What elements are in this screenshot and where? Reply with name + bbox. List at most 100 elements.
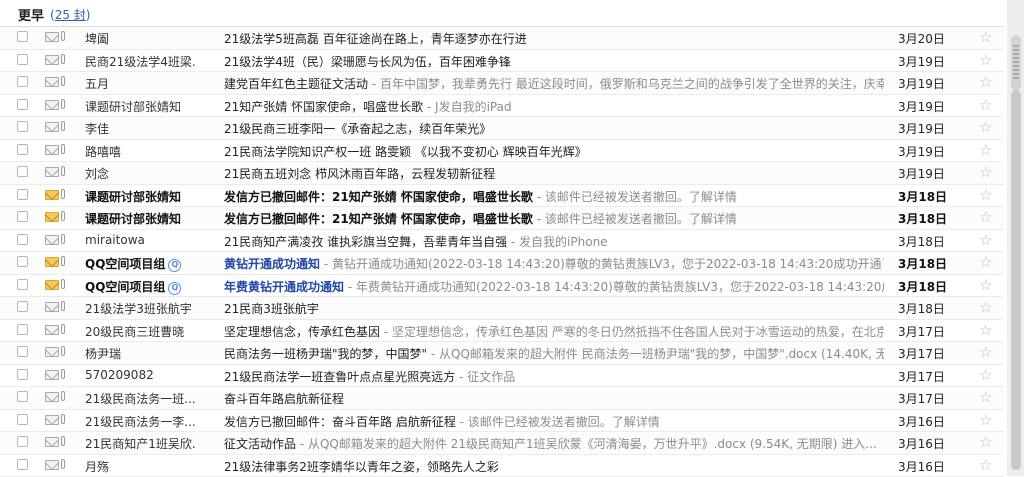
email-row[interactable]: 21级民商法务一李... 发信方已撤回邮件：奋斗百年路 启航新征程 - 该邮件已经… — [0, 410, 1004, 433]
select-checkbox[interactable] — [17, 99, 28, 110]
sender-name[interactable]: miraitowa — [85, 233, 197, 247]
email-subject[interactable]: 21民商3班张航宇 — [224, 300, 884, 317]
email-row[interactable]: 路嘻嘻21民商法学院知识产权一班 路雯颖 《以我不变初心 辉映百年光辉》3月19… — [0, 140, 1004, 163]
email-subject[interactable]: 黄钻开通成功通知 - 黄钻开通成功通知(2022-03-18 14:43:20)… — [224, 255, 884, 272]
email-row[interactable]: miraitowa 21民商知产满凌孜 谁执彩旗当空舞，吾辈青年当自强 - 发自我… — [0, 230, 1004, 253]
star-icon[interactable]: ☆ — [979, 321, 992, 339]
email-row[interactable]: QQ空间项目组Q 黄钻开通成功通知 - 黄钻开通成功通知(2022-03-18 1… — [0, 252, 1004, 275]
star-icon[interactable]: ☆ — [979, 456, 992, 474]
sender-name[interactable]: 路嘻嘻 — [85, 143, 197, 160]
star-icon[interactable]: ☆ — [979, 51, 992, 69]
star-icon[interactable]: ☆ — [979, 343, 992, 361]
email-row[interactable]: 21级法学3班张航宇21民商3班张航宇3月18日☆ — [0, 297, 1004, 320]
sender-name[interactable]: QQ空间项目组Q — [85, 255, 197, 272]
email-subject[interactable]: 发信方已撤回邮件：21知产张婧 怀国家使命，唱盛世长歌 - 该邮件已经被发送者撤… — [224, 188, 884, 205]
select-checkbox[interactable] — [17, 234, 28, 245]
email-subject[interactable]: 坚定理想信念，传承红色基因 - 坚定理想信念，传承红色基因 严寒的冬日仍然抵挡不… — [224, 323, 884, 340]
select-checkbox[interactable] — [17, 346, 28, 357]
sender-name[interactable]: 20级民商三班曹晓 — [85, 323, 197, 340]
select-checkbox[interactable] — [17, 436, 28, 447]
email-row[interactable]: 21级民商法务一班...奋斗百年路启航新征程3月17日☆ — [0, 387, 1004, 410]
sender-name[interactable]: 五月 — [85, 75, 197, 92]
email-subject[interactable]: 奋斗百年路启航新征程 — [224, 390, 884, 407]
star-icon[interactable]: ☆ — [979, 96, 992, 114]
star-icon[interactable]: ☆ — [979, 298, 992, 316]
email-subject[interactable]: 21级法律事务2班李婧华以青年之姿，领略先人之彩 — [224, 458, 884, 475]
email-subject[interactable]: 21民商法学院知识产权一班 路雯颖 《以我不变初心 辉映百年光辉》 — [224, 143, 884, 160]
sender-name[interactable]: 21级法学3班张航宇 — [85, 300, 197, 317]
email-row[interactable]: 五月 建党百年红色主题征文活动 - 百年中国梦，我辈勇先行 最近这段时间，俄罗斯和… — [0, 72, 1004, 95]
email-subject[interactable]: 发信方已撤回邮件：奋斗百年路 启航新征程 - 该邮件已经被发送者撤回。了解详情 — [224, 413, 884, 430]
email-row[interactable]: 课题研讨部张婧知 发信方已撤回邮件：21知产张婧 怀国家使命，唱盛世长歌 - 该邮… — [0, 185, 1004, 208]
select-checkbox[interactable] — [17, 121, 28, 132]
select-checkbox[interactable] — [17, 211, 28, 222]
star-icon[interactable]: ☆ — [979, 141, 992, 159]
email-row[interactable]: 民商21级法学4班梁...21级法学4班（民）梁珊愿与长风为伍，百年困难争锋3月… — [0, 50, 1004, 73]
email-row[interactable]: 课题研讨部张婧知21知产张婧 怀国家使命，唱盛世长歌 - J发自我的iPad3月… — [0, 95, 1004, 118]
email-subject[interactable]: 发信方已撤回邮件：21知产张婧 怀国家使命，唱盛世长歌 - 该邮件已经被发送者撤… — [224, 210, 884, 227]
scrollbar-lower[interactable] — [1011, 90, 1021, 470]
select-checkbox[interactable] — [17, 391, 28, 402]
sender-name[interactable]: 李佳 — [85, 120, 197, 137]
select-checkbox[interactable] — [17, 76, 28, 87]
sender-name[interactable]: 课题研讨部张婧知 — [85, 210, 197, 227]
sender-name[interactable]: QQ空间项目组Q — [85, 278, 197, 295]
sender-name[interactable]: 月殇 — [85, 458, 197, 475]
email-subject[interactable]: 建党百年红色主题征文活动 - 百年中国梦，我辈勇先行 最近这段时间，俄罗斯和乌克… — [224, 75, 884, 92]
email-row[interactable]: 月殇21级法律事务2班李婧华以青年之姿，领略先人之彩3月16日☆ — [0, 455, 1004, 477]
sender-name[interactable]: 刘念 — [85, 165, 197, 182]
email-row[interactable]: 课题研讨部张婧知 发信方已撤回邮件：21知产张婧 怀国家使命，唱盛世长歌 - 该邮… — [0, 207, 1004, 230]
sender-name[interactable]: 民商21级法学4班梁... — [85, 53, 197, 70]
star-icon[interactable]: ☆ — [979, 118, 992, 136]
sender-name[interactable]: 课题研讨部张婧知 — [85, 188, 197, 205]
email-row[interactable]: 20级民商三班曹晓 坚定理想信念，传承红色基因 - 坚定理想信念，传承红色基因 严… — [0, 320, 1004, 343]
star-icon[interactable]: ☆ — [979, 253, 992, 271]
email-row[interactable]: 埤阖21级法学5班高磊 百年征途尚在路上，青年逐梦亦在行进3月20日☆ — [0, 27, 1004, 50]
select-checkbox[interactable] — [17, 256, 28, 267]
select-checkbox[interactable] — [17, 414, 28, 425]
email-subject[interactable]: 21级法学5班高磊 百年征途尚在路上，青年逐梦亦在行进 — [224, 30, 884, 47]
email-subject[interactable]: 年费黄钻开通成功通知 - 年费黄钻开通成功通知(2022-03-18 14:43… — [224, 278, 884, 295]
email-row[interactable]: 57020908221级民商法学一班查鲁叶点点星光照亮远方 - 征文作品3月17… — [0, 365, 1004, 388]
star-icon[interactable]: ☆ — [979, 186, 992, 204]
star-icon[interactable]: ☆ — [979, 388, 992, 406]
select-checkbox[interactable] — [17, 459, 28, 470]
star-icon[interactable]: ☆ — [979, 73, 992, 91]
sender-name[interactable]: 杨尹瑞 — [85, 345, 197, 362]
star-icon[interactable]: ☆ — [979, 433, 992, 451]
select-checkbox[interactable] — [17, 324, 28, 335]
star-icon[interactable]: ☆ — [979, 411, 992, 429]
sender-name[interactable]: 21民商知产1班吴欣... — [85, 435, 197, 452]
select-checkbox[interactable] — [17, 189, 28, 200]
email-subject[interactable]: 民商法务一班杨尹瑞"我的梦，中国梦" - 从QQ邮箱发来的超大附件 民商法务一班… — [224, 345, 884, 362]
star-icon[interactable]: ☆ — [979, 208, 992, 226]
sender-name[interactable]: 21级民商法务一李... — [85, 413, 197, 430]
select-checkbox[interactable] — [17, 144, 28, 155]
star-icon[interactable]: ☆ — [979, 366, 992, 384]
sender-name[interactable]: 埤阖 — [85, 30, 197, 47]
select-checkbox[interactable] — [17, 54, 28, 65]
email-subject[interactable]: 21级民商三班李阳一《承奋起之志，续百年荣光》 — [224, 120, 884, 137]
sender-name[interactable]: 570209082 — [85, 368, 197, 382]
select-checkbox[interactable] — [17, 301, 28, 312]
star-icon[interactable]: ☆ — [979, 276, 992, 294]
email-subject[interactable]: 21民商五班刘念 栉风沐雨百年路，云程发轫新征程 — [224, 165, 884, 182]
email-row[interactable]: 刘念21民商五班刘念 栉风沐雨百年路，云程发轫新征程3月19日☆ — [0, 162, 1004, 185]
select-checkbox[interactable] — [17, 279, 28, 290]
email-row[interactable]: 21民商知产1班吴欣... 征文活动作品 - 从QQ邮箱发来的超大附件 21级民商… — [0, 432, 1004, 455]
scrollbar-grip[interactable] — [1013, 45, 1019, 81]
email-row[interactable]: QQ空间项目组Q 年费黄钻开通成功通知 - 年费黄钻开通成功通知(2022-03-… — [0, 275, 1004, 298]
select-checkbox[interactable] — [17, 369, 28, 380]
star-icon[interactable]: ☆ — [979, 231, 992, 249]
email-row[interactable]: 李佳21级民商三班李阳一《承奋起之志，续百年荣光》3月19日☆ — [0, 117, 1004, 140]
star-icon[interactable]: ☆ — [979, 28, 992, 46]
email-subject[interactable]: 21知产张婧 怀国家使命，唱盛世长歌 - J发自我的iPad — [224, 98, 884, 115]
star-icon[interactable]: ☆ — [979, 163, 992, 181]
select-checkbox[interactable] — [17, 166, 28, 177]
email-subject[interactable]: 21民商知产满凌孜 谁执彩旗当空舞，吾辈青年当自强 - 发自我的iPhone — [224, 233, 884, 250]
group-count[interactable]: (25 封) — [50, 6, 90, 23]
sender-name[interactable]: 21级民商法务一班... — [85, 390, 197, 407]
email-subject[interactable]: 征文活动作品 - 从QQ邮箱发来的超大附件 21级民商知产1班吴欣蒙《河清海晏，… — [224, 435, 884, 452]
sender-name[interactable]: 课题研讨部张婧知 — [85, 98, 197, 115]
email-subject[interactable]: 21级民商法学一班查鲁叶点点星光照亮远方 - 征文作品 — [224, 368, 884, 385]
